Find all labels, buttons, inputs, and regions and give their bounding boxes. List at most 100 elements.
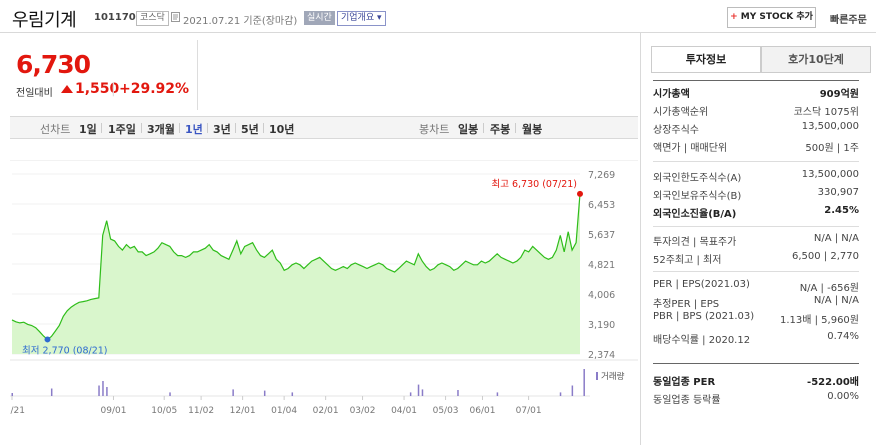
divider bbox=[197, 40, 198, 110]
tab-3m[interactable]: 3개월 bbox=[147, 121, 175, 137]
info-label: 시가총액순위 bbox=[653, 107, 709, 118]
info-label: 상장주식수 bbox=[653, 125, 699, 136]
info-value: 500원 | 1주 bbox=[805, 143, 859, 154]
my-stock-label: MY STOCK 추가 bbox=[740, 12, 813, 22]
divider bbox=[263, 123, 264, 133]
info-row: 투자의견 | 목표주가 N/A | N/A bbox=[653, 233, 859, 248]
info-value: 330,907 bbox=[817, 187, 859, 198]
tab-invest-info[interactable]: 투자정보 bbox=[651, 46, 761, 73]
price-change-percent: +29.92% bbox=[119, 81, 190, 97]
volume-bar bbox=[232, 389, 234, 396]
info-row: 추정PER | EPS N/A | N/A bbox=[653, 295, 859, 310]
tab-1d[interactable]: 1일 bbox=[79, 121, 97, 137]
my-stock-add-button[interactable]: + MY STOCK 추가 bbox=[727, 7, 816, 28]
x-tick-label: 07/21 bbox=[10, 406, 25, 416]
x-tick-label: 03/02 bbox=[350, 406, 376, 416]
document-icon bbox=[171, 12, 180, 25]
y-tick-label: 2,374 bbox=[588, 350, 615, 361]
market-tag: 코스닥 bbox=[136, 11, 169, 26]
volume-legend-swatch bbox=[596, 372, 598, 380]
x-tick-label: 07/01 bbox=[516, 406, 542, 416]
tab-10y[interactable]: 10년 bbox=[269, 121, 294, 137]
info-label: PER | EPS(2021.03) bbox=[653, 279, 750, 290]
tab-daily[interactable]: 일봉 bbox=[458, 121, 478, 137]
tab-orderbook[interactable]: 호가10단계 bbox=[761, 46, 871, 73]
info-label: 동일업종 등락률 bbox=[653, 395, 721, 406]
divider bbox=[141, 123, 142, 133]
volume-bar bbox=[571, 385, 574, 396]
company-overview-button[interactable]: 기업개요 ▾ bbox=[337, 11, 386, 26]
info-label: 액면가 | 매매단위 bbox=[653, 143, 728, 154]
volume-bar bbox=[559, 392, 562, 396]
quick-order-button[interactable]: 빠른주문 bbox=[830, 11, 867, 26]
info-row: 시가총액순위 코스닥 1075위 bbox=[653, 103, 859, 118]
info-value: N/A | N/A bbox=[813, 233, 859, 244]
volume-bar bbox=[50, 388, 53, 396]
info-row: 시가총액 909억원 bbox=[653, 85, 859, 100]
x-tick-label: 11/02 bbox=[188, 406, 214, 416]
y-tick-label: 6,453 bbox=[588, 200, 615, 211]
volume-bar bbox=[11, 393, 13, 396]
up-arrow-icon bbox=[61, 85, 73, 93]
divider bbox=[483, 123, 484, 133]
volume-legend-label: 거래량 bbox=[601, 371, 625, 382]
low-marker bbox=[44, 336, 51, 343]
info-value: 0.00% bbox=[827, 391, 859, 402]
info-label: 외국인소진율(B/A) bbox=[653, 209, 737, 220]
info-label: 추정PER | EPS bbox=[653, 299, 720, 310]
info-row: 동일업종 등락률 0.00% bbox=[653, 391, 859, 406]
info-row: 52주최고 | 최저 6,500 | 2,770 bbox=[653, 251, 859, 266]
low-label: 최저 2,770 (08/21) bbox=[22, 345, 108, 356]
info-row: 상장주식수 13,500,000 bbox=[653, 121, 859, 136]
info-value: 13,500,000 bbox=[801, 121, 859, 132]
separator: | bbox=[111, 81, 116, 97]
tab-monthly[interactable]: 월봉 bbox=[522, 121, 542, 137]
company-overview-label: 기업개요 bbox=[341, 13, 375, 23]
tab-1y[interactable]: 1년 bbox=[185, 121, 203, 137]
tab-1w[interactable]: 1주일 bbox=[108, 121, 136, 137]
x-tick-label: 09/01 bbox=[101, 406, 127, 416]
info-tabs: 투자정보 호가10단계 bbox=[651, 46, 871, 73]
high-marker bbox=[577, 190, 583, 197]
realtime-badge[interactable]: 실시간 bbox=[304, 11, 335, 25]
chart-period-tabs: 선차트 1일 1주일 3개월 1년 3년 5년 10년 봉차트 일봉 주봉 월봉 bbox=[10, 116, 638, 139]
plus-icon: + bbox=[730, 12, 738, 22]
candle-chart-label: 봉차트 bbox=[419, 123, 450, 136]
info-label: 투자의견 | 목표주가 bbox=[653, 237, 737, 248]
tab-3y[interactable]: 3년 bbox=[213, 121, 231, 137]
line-chart-label: 선차트 bbox=[40, 123, 71, 136]
y-tick-label: 5,637 bbox=[588, 230, 615, 241]
tab-5y[interactable]: 5년 bbox=[241, 121, 259, 137]
chevron-down-icon: ▾ bbox=[377, 13, 382, 23]
divider bbox=[515, 123, 516, 133]
x-tick-label: 04/01 bbox=[391, 406, 417, 416]
company-name: 우림기계 bbox=[12, 10, 77, 31]
invest-info-panel: 투자정보 호가10단계 시가총액 909억원시가총액순위 코스닥 1075위상장주식… bbox=[640, 33, 876, 445]
price-area bbox=[12, 193, 580, 354]
volume-bar bbox=[417, 384, 420, 396]
divider bbox=[653, 80, 859, 81]
info-row: 액면가 | 매매단위 500원 | 1주 bbox=[653, 139, 859, 154]
x-tick-label: 02/01 bbox=[313, 406, 339, 416]
x-tick-label: 10/05 bbox=[151, 406, 177, 416]
as-of-date: 2021.07.21 기준(장마감) bbox=[183, 16, 298, 27]
y-tick-label: 3,190 bbox=[588, 320, 615, 331]
info-value: 0.74% bbox=[827, 331, 859, 342]
price-chart: 7,269 6,453 5,637 4,821 4,006 3,190 2,374 최고 6,… bbox=[10, 160, 638, 416]
info-value: 909억원 bbox=[819, 89, 859, 100]
info-value: 6,500 | 2,770 bbox=[792, 251, 859, 262]
price-summary: 6,730 전일대비 1,550 | +29.92% bbox=[10, 40, 198, 108]
info-row: PER | EPS(2021.03) N/A | -656원 bbox=[653, 279, 859, 294]
volume-bar bbox=[106, 387, 108, 396]
info-value: N/A | N/A bbox=[813, 295, 859, 306]
divider bbox=[653, 363, 859, 364]
stock-header: 우림기계 101170 코스닥 2021.07.21 기준(장마감) 실시간 기… bbox=[0, 0, 876, 33]
info-row: PBR | BPS (2021.03) 1.13배 | 5,960원 bbox=[653, 311, 859, 326]
divider bbox=[101, 123, 102, 133]
tab-weekly[interactable]: 주봉 bbox=[490, 121, 510, 137]
divider bbox=[651, 72, 871, 73]
divider bbox=[653, 226, 859, 227]
volume-bar bbox=[102, 381, 104, 396]
info-value: 13,500,000 bbox=[801, 169, 859, 180]
info-row: 배당수익률 | 2020.12 0.74% bbox=[653, 331, 859, 357]
